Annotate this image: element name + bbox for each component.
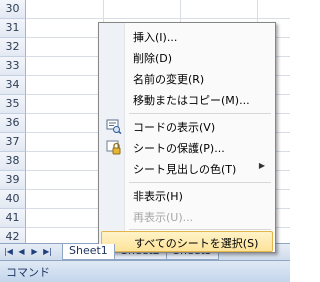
- menu-item-view-code[interactable]: コードの表示(V): [101, 116, 273, 137]
- menu-item-unhide: 再表示(U)...: [101, 206, 273, 227]
- menu-item-label: 移動またはコピー(M)...: [133, 94, 250, 107]
- row-header[interactable]: 33: [0, 57, 26, 76]
- prev-sheet-nav-icon[interactable]: ◀: [16, 246, 27, 258]
- next-sheet-nav-icon[interactable]: ▶: [29, 246, 40, 258]
- menu-separator: [129, 113, 271, 114]
- menu-item-tab-color[interactable]: シート見出しの色(T) ▶: [101, 158, 273, 179]
- menu-item-label: コードの表示(V): [133, 121, 216, 134]
- row-header[interactable]: 32: [0, 38, 26, 57]
- row-header[interactable]: 40: [0, 190, 26, 209]
- menu-item-label: 挿入(I)...: [133, 31, 178, 44]
- row-header[interactable]: 39: [0, 171, 26, 190]
- menu-item-hide[interactable]: 非表示(H): [101, 185, 273, 206]
- menu-item-label: 名前の変更(R): [133, 73, 205, 86]
- menu-item-label: 非表示(H): [133, 190, 183, 203]
- menu-separator: [129, 182, 271, 183]
- menu-separator: [129, 229, 271, 230]
- menu-item-delete[interactable]: 削除(D): [101, 47, 273, 68]
- menu-item-protect-sheet[interactable]: シートの保護(P)...: [101, 137, 273, 158]
- status-mode-text: コマンド: [6, 266, 50, 279]
- row-header[interactable]: 30: [0, 0, 26, 19]
- submenu-arrow-icon: ▶: [258, 161, 265, 170]
- row-header[interactable]: 35: [0, 95, 26, 114]
- row-header[interactable]: 36: [0, 114, 26, 133]
- last-sheet-nav-icon[interactable]: ▶|: [42, 246, 53, 258]
- menu-item-move-or-copy[interactable]: 移動またはコピー(M)...: [101, 89, 273, 110]
- menu-item-label: 再表示(U)...: [133, 211, 194, 224]
- menu-item-label: 削除(D): [133, 52, 173, 65]
- menu-item-rename[interactable]: 名前の変更(R): [101, 68, 273, 89]
- status-bar: コマンド: [0, 260, 290, 282]
- sheet-tab-active[interactable]: Sheet1: [62, 244, 115, 260]
- first-sheet-nav-icon[interactable]: |◀: [3, 246, 14, 258]
- menu-item-label: シート見出しの色(T): [133, 163, 237, 176]
- row-header[interactable]: 41: [0, 209, 26, 228]
- row-header[interactable]: 34: [0, 76, 26, 95]
- view-code-icon: [106, 119, 122, 135]
- row-header[interactable]: 31: [0, 19, 26, 38]
- menu-item-label: すべてのシートを選択(S): [134, 237, 259, 250]
- worksheet-row[interactable]: 30: [0, 0, 290, 19]
- menu-item-label: シートの保護(P)...: [133, 142, 225, 155]
- menu-item-select-all-sheets[interactable]: すべてのシートを選択(S): [101, 231, 273, 252]
- sheet-tab-context-menu: 挿入(I)... 削除(D) 名前の変更(R) 移動またはコピー(M)... コ…: [98, 22, 276, 253]
- menu-item-insert[interactable]: 挿入(I)...: [101, 26, 273, 47]
- row-header[interactable]: 38: [0, 152, 26, 171]
- protect-sheet-icon: [106, 140, 122, 155]
- row-header[interactable]: 37: [0, 133, 26, 152]
